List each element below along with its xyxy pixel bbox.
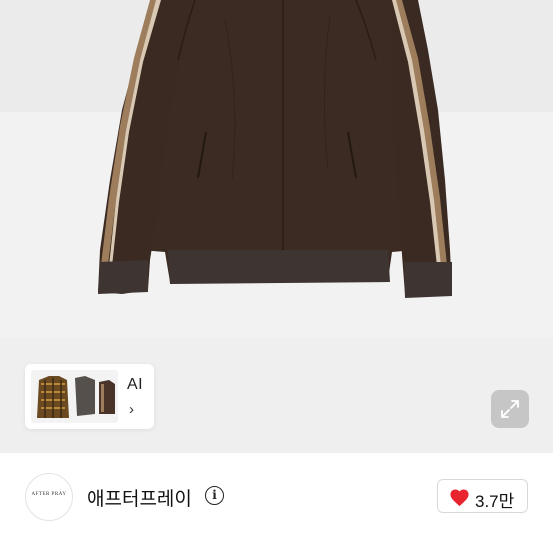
thumbnail-label: AI — [127, 376, 144, 393]
product-image-area[interactable]: AI › — [0, 0, 553, 452]
like-count: 3.7만 — [475, 492, 515, 511]
thumbnail-image[interactable] — [31, 370, 118, 423]
product-page: AI › AFTER PRAY 애프터프레이 i 3.7만 — [0, 0, 553, 553]
seller-row: AFTER PRAY 애프터프레이 i 3.7만 — [0, 453, 553, 553]
seller-avatar[interactable]: AFTER PRAY — [25, 473, 73, 521]
seller-name[interactable]: 애프터프레이 — [87, 484, 192, 511]
info-icon[interactable]: i — [205, 486, 224, 505]
thumbnail-jacket-images — [31, 370, 118, 423]
chevron-right-icon[interactable]: › — [129, 401, 134, 418]
product-image-jacket — [98, 0, 452, 298]
expand-image-button[interactable] — [491, 390, 529, 428]
heart-icon — [450, 489, 469, 507]
like-button[interactable]: 3.7만 — [437, 479, 528, 513]
avatar-logo-text: AFTER PRAY — [31, 492, 67, 497]
image-thumbnail-card[interactable]: AI › — [25, 364, 154, 429]
expand-icon — [501, 400, 519, 418]
